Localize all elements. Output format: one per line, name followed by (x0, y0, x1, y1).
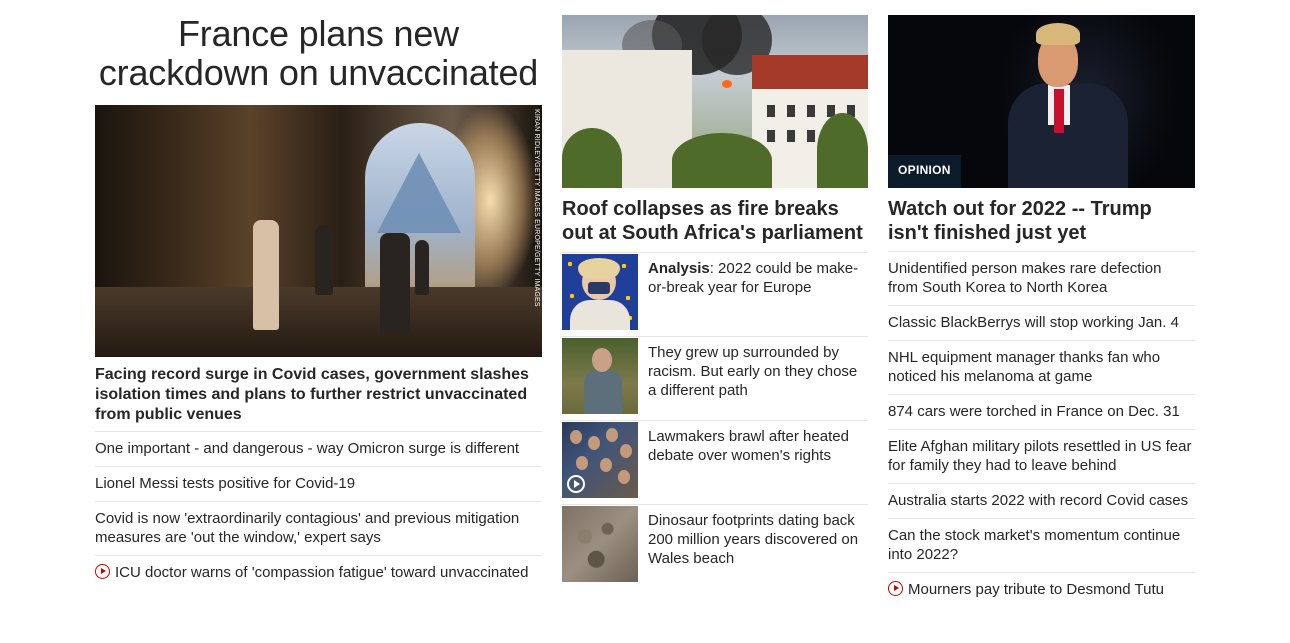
fire-flame (722, 80, 732, 88)
hair (1036, 23, 1080, 45)
dinosaur-footprint-thumbnail[interactable] (562, 506, 638, 582)
man-head (592, 348, 612, 372)
window (767, 105, 775, 117)
headline-link[interactable]: Can the stock market's momentum continue… (888, 518, 1195, 572)
headline-link[interactable]: Lionel Messi tests positive for Covid-19 (95, 466, 542, 501)
headline-text: Unidentified person makes rare defection… (888, 260, 1162, 296)
headline-link[interactable]: Classic BlackBerrys will stop working Ja… (888, 305, 1195, 340)
eu-star (570, 294, 574, 298)
right-headline-list: Unidentified person makes rare defection… (888, 251, 1195, 607)
headline-text: ICU doctor warns of 'compassion fatigue'… (115, 564, 529, 581)
story-headline: They grew up surrounded by racism. But e… (648, 344, 858, 399)
headline-text: One important - and dangerous - way Omic… (95, 440, 520, 457)
lead-story-caption[interactable]: Facing record surge in Covid cases, gove… (95, 365, 542, 425)
banner-headline[interactable]: France plans new crackdown on unvaccinat… (95, 14, 542, 92)
crowd-head (600, 458, 612, 472)
crowd-head (570, 430, 582, 444)
story-text: Dinosaur footprints dating back 200 mill… (648, 511, 868, 588)
crowd-head (588, 436, 600, 450)
trees (562, 128, 622, 188)
headline-text: Mourners pay tribute to Desmond Tutu (908, 581, 1164, 598)
window (807, 130, 815, 142)
photo-credit: KIRAN RIDLEY/GETTY IMAGES EUROPE/GETTY I… (533, 109, 540, 307)
headline-link[interactable]: One important - and dangerous - way Omic… (95, 431, 542, 466)
eu-star (626, 296, 630, 300)
person-walking (415, 240, 429, 295)
parliament-fire-image[interactable] (562, 15, 868, 188)
louvre-hero-image[interactable]: KIRAN RIDLEY/GETTY IMAGES EUROPE/GETTY I… (95, 105, 542, 357)
analysis-label: Analysis (648, 260, 710, 277)
man-sitting-thumbnail[interactable] (562, 338, 638, 414)
video-play-icon (888, 581, 903, 596)
left-headline-list: One important - and dangerous - way Omic… (95, 431, 542, 590)
story-text: Lawmakers brawl after heated debate over… (648, 427, 868, 504)
headline-text: NHL equipment manager thanks fan who not… (888, 349, 1161, 385)
section-headline[interactable]: Roof collapses as fire breaks out at Sou… (562, 197, 868, 245)
middle-story-list: Analysis: 2022 could be make-or-break ye… (562, 252, 868, 588)
headline-text: 874 cars were torched in France on Dec. … (888, 403, 1180, 420)
red-tie (1054, 89, 1064, 133)
story-headline: Lawmakers brawl after heated debate over… (648, 428, 849, 464)
window (807, 105, 815, 117)
headline-text: Elite Afghan military pilots resettled i… (888, 438, 1192, 474)
window (787, 105, 795, 117)
window (767, 130, 775, 142)
trees (817, 113, 868, 188)
crowd-head (618, 470, 630, 484)
headline-link[interactable]: ICU doctor warns of 'compassion fatigue'… (95, 555, 542, 590)
glass-pyramid (377, 153, 461, 233)
headline-text: Lionel Messi tests positive for Covid-19 (95, 475, 356, 492)
man-body (584, 370, 622, 414)
headline-link[interactable]: 874 cars were torched in France on Dec. … (888, 394, 1195, 429)
headline-text: Can the stock market's momentum continue… (888, 527, 1181, 563)
story-item[interactable]: Dinosaur footprints dating back 200 mill… (562, 504, 868, 588)
person-walking (315, 225, 333, 295)
crowd-head (576, 456, 588, 470)
headline-text: Classic BlackBerrys will stop working Ja… (888, 314, 1179, 331)
window (787, 130, 795, 142)
headline-link[interactable]: NHL equipment manager thanks fan who not… (888, 340, 1195, 394)
story-item[interactable]: Lawmakers brawl after heated debate over… (562, 420, 868, 504)
headline-link[interactable]: Unidentified person makes rare defection… (888, 251, 1195, 305)
section-headline[interactable]: Watch out for 2022 -- Trump isn't finish… (888, 197, 1195, 245)
middle-column: Roof collapses as fire breaks out at Sou… (562, 0, 868, 588)
floor (95, 287, 542, 357)
eu-star (568, 262, 572, 266)
video-play-icon[interactable] (567, 475, 585, 493)
story-text: Analysis: 2022 could be make-or-break ye… (648, 259, 868, 336)
headline-link[interactable]: Australia starts 2022 with record Covid … (888, 483, 1195, 518)
red-roof (752, 55, 868, 89)
story-headline: Dinosaur footprints dating back 200 mill… (648, 512, 859, 567)
face-mask (588, 282, 610, 294)
hair (578, 258, 620, 278)
story-item[interactable]: They grew up surrounded by racism. But e… (562, 336, 868, 420)
headline-link[interactable]: Covid is now 'extraordinarily contagious… (95, 501, 542, 555)
eu-politician-thumbnail[interactable] (562, 254, 638, 330)
eu-star (622, 264, 626, 268)
crowd-head (620, 444, 632, 458)
right-column: OPINION Watch out for 2022 -- Trump isn'… (888, 0, 1195, 607)
woman-walking (253, 220, 279, 330)
headline-text: Australia starts 2022 with record Covid … (888, 492, 1189, 509)
video-play-icon (95, 564, 110, 579)
story-text: They grew up surrounded by racism. But e… (648, 343, 868, 420)
parliament-brawl-thumbnail[interactable] (562, 422, 638, 498)
crowd-head (606, 428, 618, 442)
jacket (570, 300, 630, 330)
headline-link[interactable]: Elite Afghan military pilots resettled i… (888, 429, 1195, 483)
story-item[interactable]: Analysis: 2022 could be make-or-break ye… (562, 252, 868, 336)
trees (672, 133, 772, 188)
trump-image[interactable]: OPINION (888, 15, 1195, 188)
left-column: France plans new crackdown on unvaccinat… (95, 0, 542, 590)
headline-link[interactable]: Mourners pay tribute to Desmond Tutu (888, 572, 1195, 607)
headline-text: Covid is now 'extraordinarily contagious… (95, 510, 520, 546)
person-walking (380, 233, 410, 333)
opinion-badge: OPINION (888, 155, 961, 188)
news-front-page: France plans new crackdown on unvaccinat… (0, 0, 1290, 643)
